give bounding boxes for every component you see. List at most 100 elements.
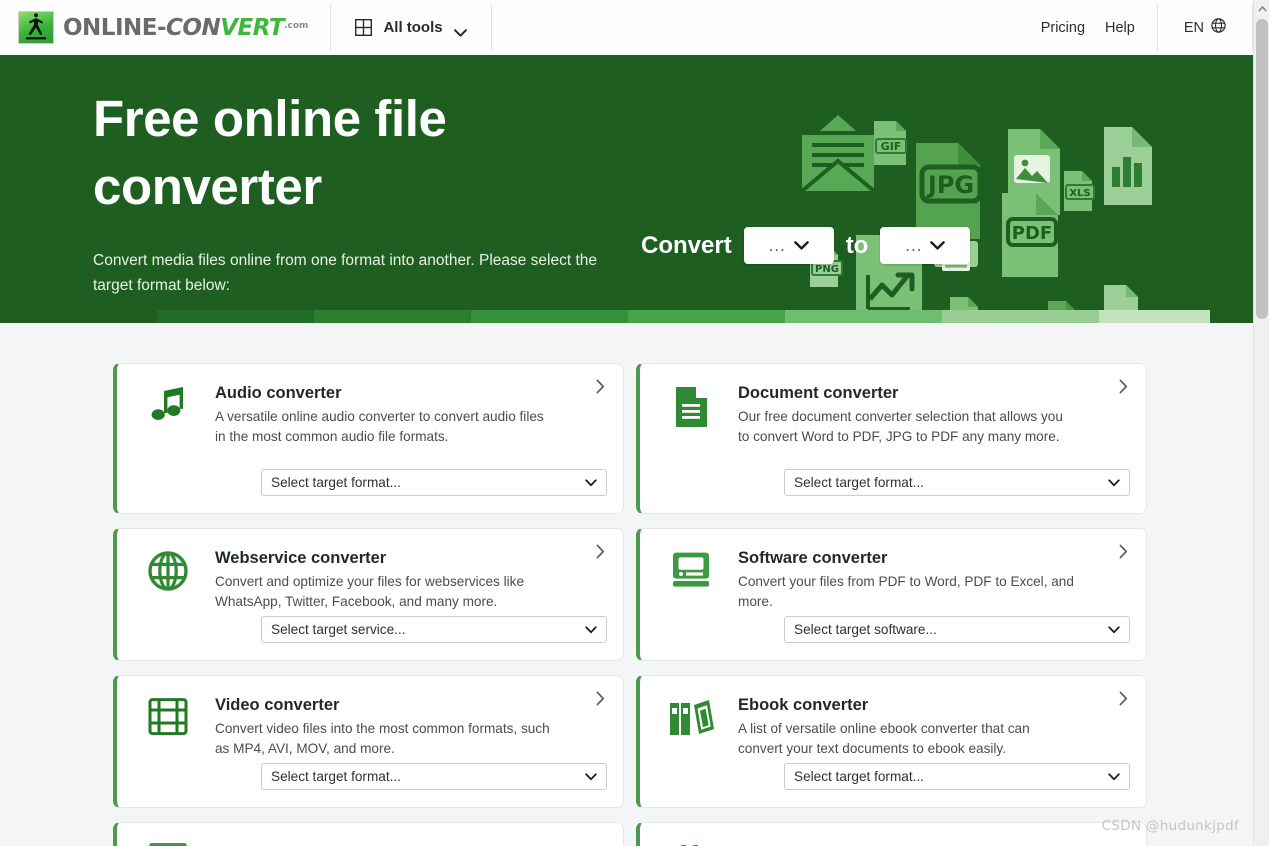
music-note-icon [139, 384, 197, 496]
target-service-select-webservice[interactable]: Select target service... [261, 616, 607, 643]
chevron-right-icon[interactable] [596, 544, 605, 562]
chevron-right-icon[interactable] [1119, 544, 1128, 562]
svg-text:PNG: PNG [815, 264, 839, 275]
archive-icon [139, 841, 197, 846]
chevron-down-icon [793, 237, 809, 255]
language-selector[interactable]: EN [1158, 0, 1252, 55]
hero-copy: Free online file converter Convert media… [93, 85, 633, 298]
converter-card-partial-left[interactable] [113, 822, 624, 846]
chevron-right-icon[interactable] [1119, 379, 1128, 397]
nav-links: Pricing Help [1019, 0, 1157, 55]
logo-text-part2: CON [166, 14, 221, 41]
card-description: A list of versatile online ebook convert… [738, 721, 1030, 757]
vertical-scrollbar[interactable] [1253, 0, 1269, 846]
hero-illustration: GIF JPG XLS PDF PNG [786, 113, 1206, 323]
svg-text:JPG: JPG [926, 171, 974, 199]
books-icon [662, 696, 720, 790]
select-value: Select target software... [794, 622, 937, 637]
hero-subtitle: Convert media files online from one form… [93, 251, 598, 294]
card-title: Ebook converter [738, 696, 869, 714]
source-format-select[interactable]: ... [743, 227, 834, 264]
chevron-down-icon [453, 24, 467, 37]
logo-text-part1: ONLINE- [63, 14, 167, 41]
select-value: Select target format... [271, 475, 401, 490]
card-description: Convert and optimize your files for webs… [215, 574, 525, 610]
chevron-down-icon [1108, 621, 1120, 639]
chevron-down-icon [1108, 768, 1120, 786]
svg-text:GIF: GIF [881, 140, 902, 153]
card-title: Document converter [738, 384, 899, 402]
card-title: Video converter [215, 696, 340, 714]
target-software-select[interactable]: Select target software... [784, 616, 1130, 643]
browser-page: ONLINE-CONVERT.com All tools Pricing Hel… [0, 0, 1269, 846]
target-format-value: ... [905, 235, 923, 255]
hero-convert-widget: Convert ... to ... [641, 227, 971, 264]
card-description: Our free document converter selection th… [738, 409, 1063, 445]
monitor-icon [662, 549, 720, 643]
source-format-value: ... [768, 235, 786, 255]
film-icon [139, 696, 197, 790]
chevron-right-icon[interactable] [1119, 691, 1128, 709]
select-value: Select target format... [271, 769, 401, 784]
target-format-select-ebook[interactable]: Select target format... [784, 763, 1130, 790]
card-title: Audio converter [215, 384, 342, 402]
converter-card-software[interactable]: Software converter Convert your files fr… [636, 528, 1147, 661]
chevron-down-icon [585, 768, 597, 786]
hash-icon [662, 841, 720, 846]
globe-icon [139, 549, 197, 643]
to-label: to [845, 231, 869, 259]
page-viewport: ONLINE-CONVERT.com All tools Pricing Hel… [0, 0, 1253, 846]
partial-card-row [113, 822, 1147, 846]
top-navbar: ONLINE-CONVERT.com All tools Pricing Hel… [0, 0, 1253, 55]
card-description: A versatile online audio converter to co… [215, 409, 544, 445]
chevron-down-icon [1108, 474, 1120, 492]
document-icon [662, 384, 720, 496]
site-logo[interactable]: ONLINE-CONVERT.com [0, 0, 330, 55]
site-logo-text: ONLINE-CONVERT.com [63, 15, 308, 41]
hero-banner: Free online file converter Convert media… [0, 55, 1253, 323]
watermark: CSDN @hudunkjpdf [1101, 818, 1239, 834]
target-format-select-document[interactable]: Select target format... [784, 469, 1130, 496]
grid-icon [355, 18, 373, 37]
svg-text:XLS: XLS [1069, 188, 1090, 199]
chevron-down-icon [930, 237, 946, 255]
convert-label: Convert [641, 231, 732, 259]
target-format-select-video[interactable]: Select target format... [261, 763, 607, 790]
target-format-select-audio[interactable]: Select target format... [261, 469, 607, 496]
all-tools-label: All tools [383, 19, 443, 36]
select-value: Select target service... [271, 622, 406, 637]
card-title: Webservice converter [215, 549, 387, 567]
select-value: Select target format... [794, 769, 924, 784]
chevron-down-icon [585, 474, 597, 492]
chevron-down-icon [585, 621, 597, 639]
nav-link-pricing[interactable]: Pricing [1041, 20, 1085, 36]
converter-card-grid: Audio converter A versatile online audio… [0, 323, 1253, 846]
svg-text:PDF: PDF [1012, 223, 1052, 244]
converter-card-ebook[interactable]: Ebook converter A list of versatile onli… [636, 675, 1147, 808]
chevron-right-icon[interactable] [596, 691, 605, 709]
card-title: Software converter [738, 549, 888, 567]
converter-card-webservice[interactable]: Webservice converter Convert and optimiz… [113, 528, 624, 661]
all-tools-menu[interactable]: All tools [331, 0, 490, 55]
card-grid: Audio converter A versatile online audio… [113, 363, 1147, 808]
scroll-up-arrow-icon[interactable] [1254, 0, 1269, 17]
hero-stripe-band [0, 310, 1253, 323]
language-label: EN [1183, 19, 1204, 36]
converter-card-partial-right[interactable] [636, 822, 1147, 846]
converter-card-audio[interactable]: Audio converter A versatile online audio… [113, 363, 624, 514]
logo-text-suffix: .com [284, 20, 309, 31]
card-description: Convert your files from PDF to Word, PDF… [738, 574, 1074, 610]
select-value: Select target format... [794, 475, 924, 490]
chevron-right-icon[interactable] [596, 379, 605, 397]
converter-card-document[interactable]: Document converter Our free document con… [636, 363, 1147, 514]
scrollbar-thumb[interactable] [1256, 19, 1268, 319]
hero-title-line1: Free online file [93, 90, 447, 147]
online-convert-logo-icon [18, 11, 54, 44]
converter-card-video[interactable]: Video converter Convert video files into… [113, 675, 624, 808]
page-title: Free online file converter [93, 85, 633, 221]
card-description: Convert video files into the most common… [215, 721, 550, 757]
globe-icon [1211, 18, 1226, 37]
nav-link-help[interactable]: Help [1105, 20, 1135, 36]
target-format-select[interactable]: ... [880, 227, 971, 264]
